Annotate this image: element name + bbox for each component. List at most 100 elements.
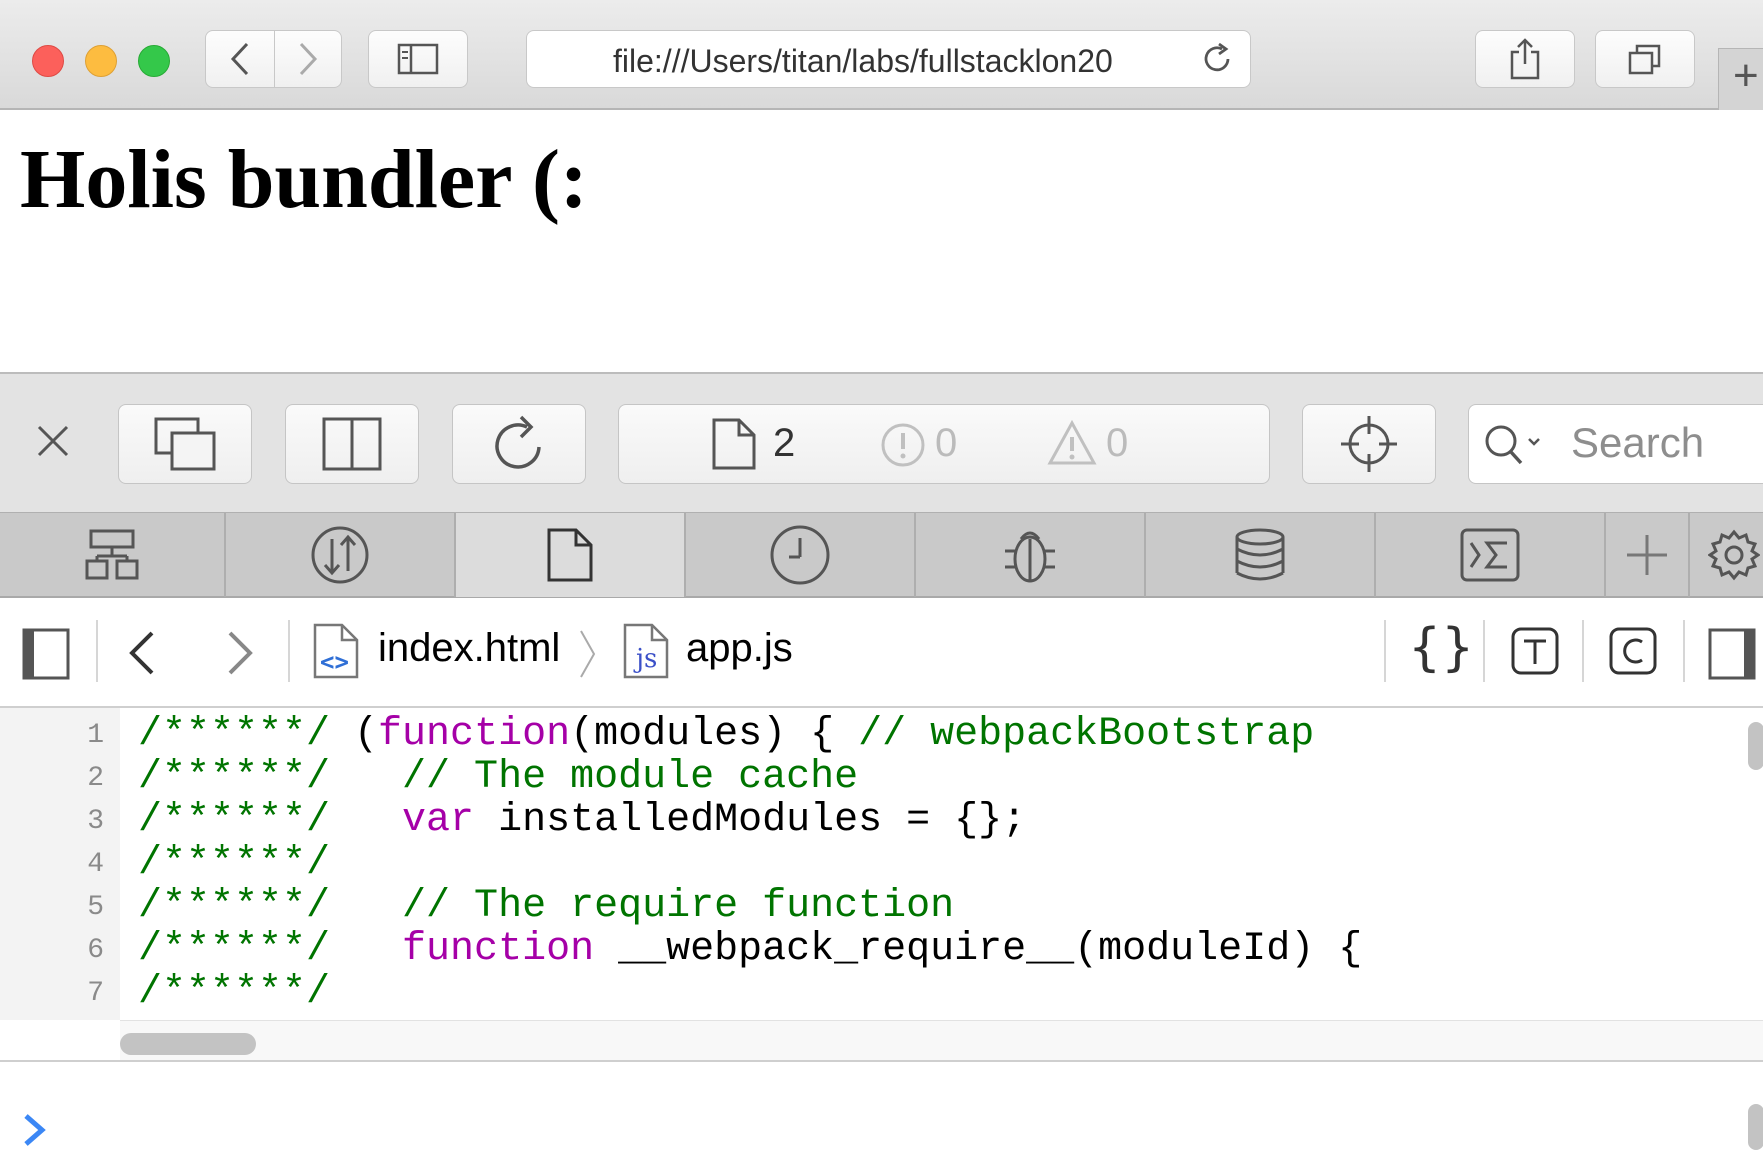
search-placeholder: Search: [1571, 419, 1704, 467]
close-inspector-icon[interactable]: [36, 424, 70, 458]
breadcrumb-index-html[interactable]: index.html: [378, 626, 560, 671]
resources-icon: [546, 527, 594, 583]
minimize-window-button[interactable]: [85, 45, 117, 77]
vertical-scrollbar-thumb[interactable]: [1748, 722, 1763, 770]
breadcrumb-app-js[interactable]: app.js: [686, 626, 793, 671]
close-window-button[interactable]: [32, 45, 64, 77]
sidebar-button[interactable]: [368, 30, 468, 88]
forward-icon[interactable]: [222, 630, 256, 676]
forward-button[interactable]: [275, 30, 342, 88]
line-number: 2: [87, 763, 104, 794]
code-line: /******/ // The module cache: [138, 755, 858, 800]
code-token: // The module cache: [402, 755, 858, 800]
code-token: (: [330, 712, 378, 757]
tab-storage[interactable]: [1146, 513, 1376, 597]
line-number: 3: [87, 806, 104, 837]
navigation-sidebar-icon[interactable]: [22, 628, 70, 680]
dock-side-icon: [322, 417, 382, 471]
code-token: installedModules = {};: [474, 798, 1026, 843]
code-token: /******/: [138, 884, 330, 929]
code-token: [330, 884, 402, 929]
type-profiler-icon[interactable]: [1510, 626, 1560, 676]
horizontal-scrollbar[interactable]: [120, 1020, 1763, 1061]
storage-icon: [1232, 527, 1288, 583]
code-token: [330, 755, 402, 800]
document-icon: [711, 417, 757, 471]
console-scrollbar-thumb[interactable]: [1748, 1104, 1763, 1150]
tab-network[interactable]: [226, 513, 456, 597]
tab-resources[interactable]: [456, 513, 686, 597]
share-icon: [1508, 38, 1542, 80]
reload-icon: [491, 415, 547, 473]
tabs-overview-button[interactable]: [1595, 30, 1695, 88]
code-token: [330, 927, 402, 972]
plus-icon: +: [1733, 51, 1759, 101]
address-bar[interactable]: file:///Users/titan/labs/fullstacklon20: [526, 30, 1251, 88]
line-number: 1: [87, 720, 104, 751]
tab-elements[interactable]: [0, 513, 226, 597]
code-token: // The require function: [402, 884, 954, 929]
line-number: 7: [87, 978, 104, 1009]
dock-side-button[interactable]: [285, 404, 419, 484]
inspector-tab-bar: [0, 512, 1763, 598]
tab-debugger[interactable]: [916, 513, 1146, 597]
back-icon[interactable]: [126, 630, 160, 676]
code-line: /******/ (function(modules) { // webpack…: [138, 712, 1314, 757]
separator: [1483, 620, 1485, 682]
js-file-badge: js: [636, 644, 657, 674]
quick-console[interactable]: [0, 1060, 1763, 1167]
page-heading: Holis bundler (:: [20, 134, 588, 226]
search-icon: [1483, 421, 1545, 469]
code-token: /******/: [138, 798, 330, 843]
sidebar-icon: [397, 43, 439, 75]
code-token: (modules) {: [570, 712, 858, 757]
search-field[interactable]: Search: [1468, 404, 1763, 484]
code-editor[interactable]: 1234567 /******/ (function(modules) { //…: [0, 708, 1763, 1020]
resource-navigation-bar: <> index.html js app.js {}: [0, 598, 1763, 708]
line-number: 5: [87, 892, 104, 923]
settings-button[interactable]: [1690, 513, 1763, 597]
element-picker-button[interactable]: [1302, 404, 1436, 484]
code-token: /******/: [138, 841, 330, 886]
network-icon: [310, 525, 370, 585]
inspector-toolbar: 2 0 0 Search: [0, 372, 1763, 512]
code-token: __webpack_require__(moduleId) {: [594, 927, 1362, 972]
elements-icon: [83, 528, 141, 582]
code-token: /******/: [138, 970, 330, 1015]
code-token: /******/: [138, 712, 330, 757]
reload-page-button[interactable]: [452, 404, 586, 484]
code-line: /******/: [138, 841, 330, 886]
reload-icon[interactable]: [1200, 42, 1234, 76]
code-token: var: [402, 798, 474, 843]
code-token: /******/: [138, 755, 330, 800]
tab-timelines[interactable]: [686, 513, 916, 597]
gear-icon: [1708, 529, 1760, 581]
code-coverage-icon[interactable]: [1608, 626, 1658, 676]
separator: [1683, 620, 1685, 682]
debugger-icon: [1001, 525, 1059, 585]
new-tab-button[interactable]: +: [1718, 48, 1763, 110]
console-icon: [1459, 527, 1521, 583]
line-number-gutter: 1234567: [0, 708, 120, 1020]
detach-window-icon: [154, 417, 216, 471]
pretty-print-button[interactable]: {}: [1408, 618, 1474, 678]
error-icon: [879, 421, 927, 469]
separator: [96, 620, 98, 682]
tab-console[interactable]: [1376, 513, 1606, 597]
horizontal-scrollbar-thumb[interactable]: [120, 1033, 256, 1055]
breadcrumb-chevron-icon: [578, 628, 598, 680]
code-token: // webpackBootstrap: [858, 712, 1314, 757]
tab-add[interactable]: [1606, 513, 1690, 597]
back-button[interactable]: [205, 30, 275, 88]
detach-window-button[interactable]: [118, 404, 252, 484]
crosshair-icon: [1339, 414, 1399, 474]
warning-count: 0: [1106, 421, 1128, 466]
activity-counts[interactable]: 2 0 0: [618, 404, 1270, 484]
url-text: file:///Users/titan/labs/fullstacklon20: [613, 43, 1163, 80]
separator: [1582, 620, 1584, 682]
share-button[interactable]: [1475, 30, 1575, 88]
zoom-window-button[interactable]: [138, 45, 170, 77]
code-line: /******/ var installedModules = {};: [138, 798, 1026, 843]
separator: [1384, 620, 1386, 682]
details-sidebar-icon[interactable]: [1708, 628, 1756, 680]
